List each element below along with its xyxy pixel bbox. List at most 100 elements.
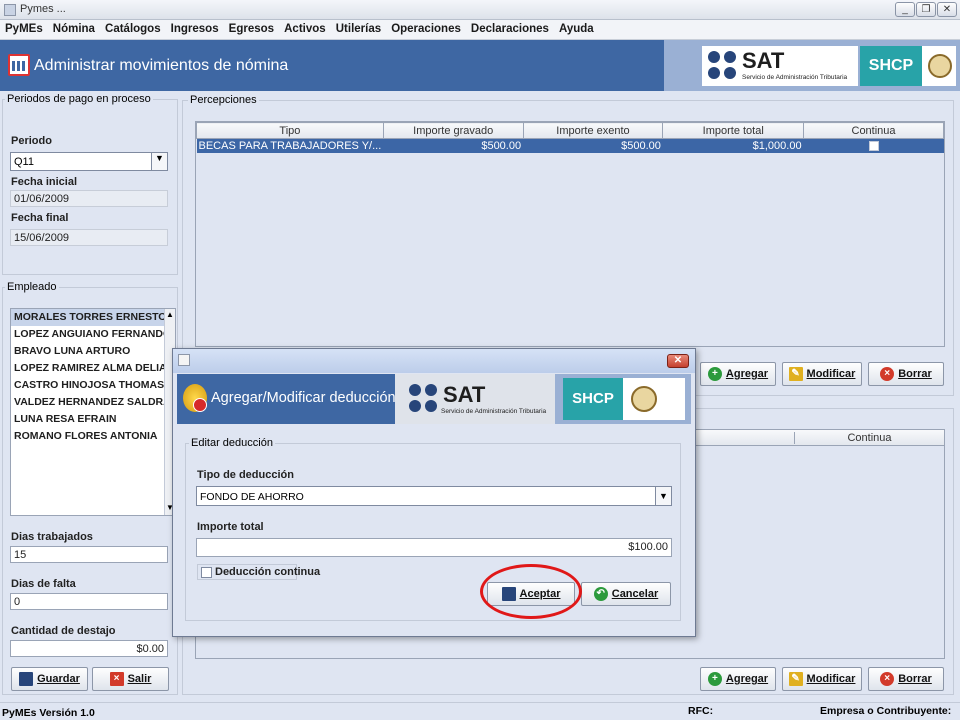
rfc-label: RFC:	[688, 705, 714, 717]
eagle-seal-icon	[631, 386, 657, 412]
sat-banner: SAT Servicio de Administración Tributari…	[664, 40, 960, 91]
list-item[interactable]: LOPEZ ANGUIANO FERNANDO	[11, 326, 175, 343]
column-header-total[interactable]: Importe total	[662, 122, 805, 139]
perceptions-modify-button[interactable]: ✎ Modificar	[782, 362, 862, 386]
shcp-logo: SHCP	[563, 378, 685, 420]
continuous-deduction-option[interactable]: Deducción continua	[197, 564, 320, 580]
continuous-checkbox[interactable]	[201, 567, 212, 578]
table-row[interactable]: BECAS PARA TRABAJADORES Y/... $500.00 $5…	[196, 138, 944, 153]
sat-dots-icon	[708, 51, 736, 79]
days-worked-input[interactable]: 15	[10, 546, 168, 563]
piece-work-label: Cantidad de destajo	[11, 625, 116, 637]
menu-egresos[interactable]: Egresos	[229, 20, 274, 35]
period-label: Periodo	[11, 135, 52, 147]
menu-activos[interactable]: Activos	[284, 20, 326, 35]
shcp-logo: SHCP	[860, 46, 956, 86]
perceptions-add-button[interactable]: + Agregar	[700, 362, 776, 386]
amount-label: Importe total	[197, 521, 264, 533]
sat-text: SAT	[742, 48, 785, 73]
deductions-delete-button[interactable]: × Borrar	[868, 667, 944, 691]
menu-declaraciones[interactable]: Declaraciones	[471, 20, 549, 35]
days-worked-label: Dias trabajados	[11, 531, 93, 543]
edit-deduction-title: Editar deducción	[189, 437, 275, 449]
menu-ingresos[interactable]: Ingresos	[171, 20, 219, 35]
cell-continua	[803, 138, 944, 153]
scroll-up-icon[interactable]: ▲	[166, 310, 174, 319]
end-date-field: 15/06/2009	[10, 229, 168, 246]
deduction-dialog: ✕ Agregar/Modificar deducción SAT Servic…	[172, 348, 696, 637]
menu-ayuda[interactable]: Ayuda	[559, 20, 594, 35]
save-button[interactable]: Guardar	[11, 667, 88, 691]
perceptions-delete-button[interactable]: × Borrar	[868, 362, 944, 386]
deduction-type-select[interactable]: FONDO DE AHORRO ▼	[196, 486, 672, 506]
page-title: Administrar movimientos de nómina	[34, 57, 289, 74]
absence-days-input[interactable]: 0	[10, 593, 168, 610]
sat-dots-icon	[409, 384, 437, 412]
perceptions-section-title: Percepciones	[188, 94, 259, 106]
exit-button[interactable]: × Salir	[92, 667, 169, 691]
deduction-type-value: FONDO DE AHORRO	[200, 491, 304, 503]
minimize-button[interactable]: _	[895, 2, 915, 17]
list-item[interactable]: CASTRO HINOJOSA THOMAS	[11, 377, 175, 394]
chevron-down-icon[interactable]: ▼	[151, 153, 167, 170]
deduction-type-label: Tipo de deducción	[197, 469, 294, 481]
amount-input[interactable]: $100.00	[196, 538, 672, 557]
sat-subtitle: Servicio de Administración Tributaria	[742, 74, 848, 81]
floppy-disk-icon	[19, 672, 34, 687]
exit-door-icon: ×	[109, 672, 124, 687]
list-item[interactable]: MORALES TORRES ERNESTO	[11, 309, 175, 326]
column-header-continua[interactable]: Continua	[803, 122, 944, 139]
dialog-title: Agregar/Modificar deducción	[211, 390, 396, 406]
company-label: Empresa o Contribuyente:	[820, 705, 952, 717]
status-bar: PyMEs Versión 1.0 RFC: Empresa o Contrib…	[0, 702, 960, 720]
close-button[interactable]: ✕	[937, 2, 957, 17]
menu-nomina[interactable]: Nómina	[53, 20, 95, 35]
dialog-titlebar: ✕	[173, 349, 695, 373]
cell-tipo: BECAS PARA TRABAJADORES Y/...	[196, 138, 384, 153]
menu-operaciones[interactable]: Operaciones	[391, 20, 461, 35]
calendar-icon	[8, 54, 30, 76]
list-item[interactable]: LOPEZ RAMIREZ ALMA DELIA	[11, 360, 175, 377]
employee-list[interactable]: MORALES TORRES ERNESTO LOPEZ ANGUIANO FE…	[10, 308, 176, 516]
chevron-down-icon[interactable]: ▼	[655, 487, 671, 505]
menu-pymes[interactable]: PyMEs	[5, 20, 43, 35]
end-date-label: Fecha final	[11, 212, 69, 224]
delete-icon: ×	[880, 367, 895, 382]
period-value: Q11	[14, 156, 34, 168]
employees-section-title: Empleado	[5, 281, 59, 293]
window-titlebar: Pymes ... _ ❐ ✕	[0, 0, 960, 20]
dialog-close-button[interactable]: ✕	[667, 354, 689, 368]
pencil-icon: ✎	[788, 672, 803, 687]
start-date-label: Fecha inicial	[11, 176, 78, 188]
shcp-text: SHCP	[860, 46, 922, 86]
continuous-label: Deducción continua	[215, 566, 321, 578]
cell-exento: $500.00	[523, 138, 663, 153]
list-item[interactable]: BRAVO LUNA ARTURO	[11, 343, 175, 360]
column-header-continua[interactable]: Continua	[794, 432, 944, 444]
page-header: Administrar movimientos de nómina	[0, 40, 664, 91]
deductions-modify-button[interactable]: ✎ Modificar	[782, 667, 862, 691]
deductions-add-button[interactable]: + Agregar	[700, 667, 776, 691]
shcp-text: SHCP	[563, 378, 623, 420]
window-title: Pymes ...	[20, 3, 66, 15]
period-select[interactable]: Q11 ▼	[10, 152, 168, 171]
column-header-exento[interactable]: Importe exento	[522, 122, 664, 139]
dialog-sat-banner: SAT Servicio de Administración Tributari…	[395, 374, 691, 424]
delete-icon: ×	[880, 672, 895, 687]
eagle-seal-icon	[928, 54, 952, 78]
undo-arrow-icon: ↶	[593, 587, 608, 602]
list-item[interactable]: ROMANO FLORES ANTONIA	[11, 428, 175, 445]
cancel-button[interactable]: ↶ Cancelar	[581, 582, 671, 606]
menu-catalogos[interactable]: Catálogos	[105, 20, 161, 35]
menu-utilerias[interactable]: Utilerías	[336, 20, 381, 35]
piece-work-input[interactable]: $0.00	[10, 640, 168, 657]
column-header-tipo[interactable]: Tipo	[196, 122, 384, 139]
continua-checkbox[interactable]	[868, 140, 879, 151]
list-item[interactable]: LUNA RESA EFRAIN	[11, 411, 175, 428]
start-date-field: 01/06/2009	[10, 190, 168, 207]
plus-icon: +	[707, 672, 722, 687]
perceptions-table[interactable]: Tipo Importe gravado Importe exento Impo…	[195, 121, 945, 347]
column-header-gravado[interactable]: Importe gravado	[382, 122, 524, 139]
list-item[interactable]: VALDEZ HERNANDEZ SALDRA	[11, 394, 175, 411]
maximize-button[interactable]: ❐	[916, 2, 936, 17]
